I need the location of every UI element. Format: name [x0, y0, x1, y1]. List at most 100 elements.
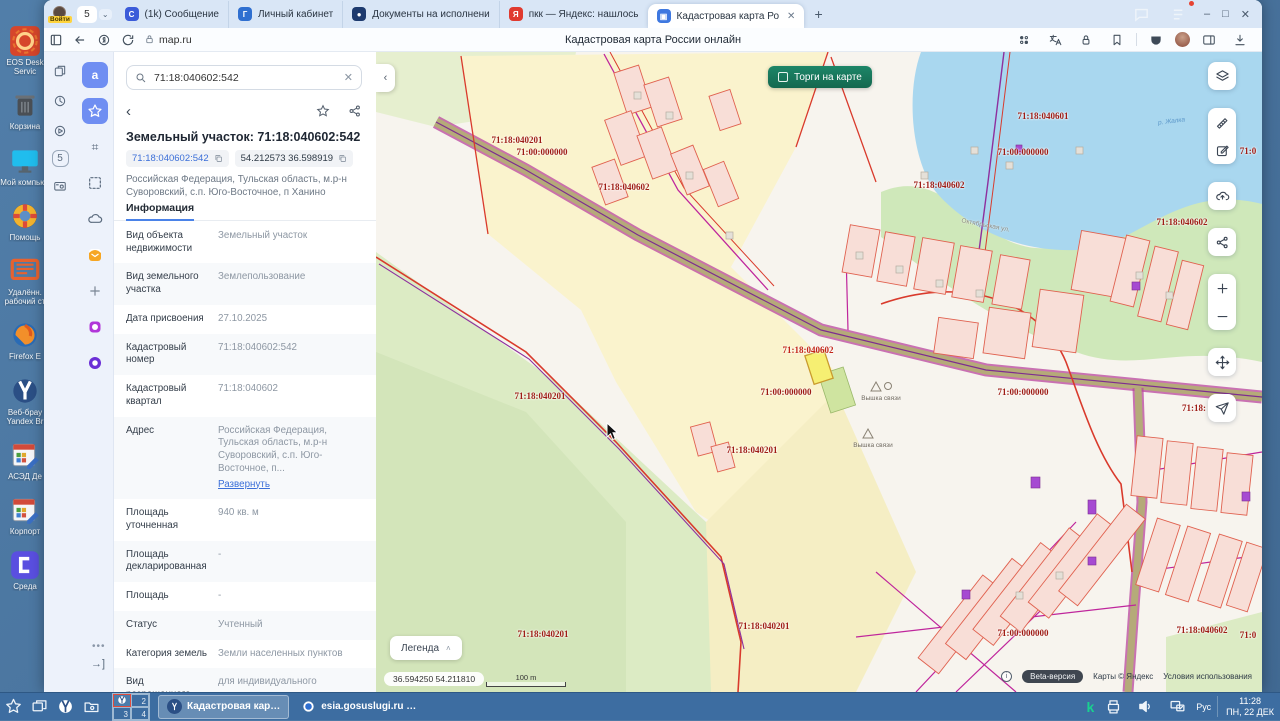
new-tab-button[interactable]: +: [814, 6, 822, 22]
protect-icon[interactable]: [1074, 30, 1098, 50]
sidebar-app-bookmarks-star[interactable]: [82, 98, 108, 124]
tray-printer-icon[interactable]: [1100, 696, 1126, 718]
share-icon[interactable]: [348, 104, 362, 118]
taskbar-task[interactable]: esia.gosuslugi.ru …: [293, 695, 424, 719]
language-indicator[interactable]: Рус: [1196, 702, 1211, 712]
address-bar[interactable]: map.ru: [144, 34, 192, 46]
parcel-label: 71:18:040201: [492, 135, 543, 145]
profile-avatar-icon[interactable]: [1175, 32, 1190, 47]
close-button[interactable]: ✕: [1241, 8, 1250, 21]
desktop-icon-eos[interactable]: EOS Desk Servic: [0, 26, 50, 76]
panels-icon[interactable]: [1197, 30, 1221, 50]
history-icon[interactable]: [49, 90, 71, 112]
video-icon[interactable]: [49, 120, 71, 142]
expand-link[interactable]: Развернуть: [218, 479, 364, 492]
desktop-icon-help[interactable]: Помощь: [0, 201, 50, 242]
clear-search-icon[interactable]: ✕: [344, 71, 353, 84]
desktop-icon-sreda[interactable]: Среда: [0, 550, 50, 591]
maximize-button[interactable]: □: [1222, 8, 1229, 20]
workspace-pager[interactable]: 234: [112, 693, 150, 721]
upload-button[interactable]: [1208, 182, 1236, 210]
desktop-icon-remote[interactable]: Удалённ. рабочий ст: [0, 256, 50, 306]
sidebar-app-dashed-square[interactable]: [82, 170, 108, 196]
sidebar-alice-icon[interactable]: [82, 350, 108, 376]
edit-button[interactable]: [1208, 136, 1236, 164]
notifications-icon[interactable]: [1166, 3, 1192, 25]
taskbar-task[interactable]: Кадастровая кар…: [158, 695, 289, 719]
sidebar-app-alice-a[interactable]: a: [82, 62, 108, 88]
pocket-icon[interactable]: [1144, 30, 1168, 50]
ruler-button[interactable]: [1208, 108, 1236, 136]
back-chevron-icon[interactable]: ‹: [126, 103, 131, 120]
desktop-icon-firefox[interactable]: Firefox E: [0, 320, 50, 361]
clock[interactable]: 11:28 ПН, 22 ДЕК: [1217, 696, 1274, 718]
torgi-checkbox[interactable]: [778, 72, 788, 82]
sidebar-toggle-icon[interactable]: [44, 30, 68, 50]
zoom-out-button[interactable]: [1208, 302, 1236, 330]
taskbar-yandex-y-icon[interactable]: [52, 696, 78, 718]
minimize-button[interactable]: –: [1204, 8, 1210, 20]
sidebar-add-icon[interactable]: [82, 278, 108, 304]
sidebar-app-collections[interactable]: ⌗: [82, 134, 108, 160]
torgi-toggle-button[interactable]: Торги на карте: [768, 66, 872, 88]
cadastral-map[interactable]: 71:18:04020171:00:00000071:18:04060271:1…: [376, 52, 1262, 692]
browser-tab[interactable]: Я пкк — Яндекс: нашлось: [499, 1, 648, 28]
parcel-label: 71:18:040602: [783, 345, 834, 355]
tab-close-icon[interactable]: ✕: [787, 11, 795, 22]
desktop-icon-yandex[interactable]: Веб-брау Yandex Br: [0, 376, 50, 426]
tab-information[interactable]: Информация: [126, 202, 194, 221]
tray-volume-icon[interactable]: [1132, 696, 1158, 718]
favorite-star-icon[interactable]: [316, 104, 330, 118]
legend-button[interactable]: Легенда ˄: [390, 636, 462, 660]
screenshot-icon[interactable]: [49, 175, 71, 197]
zoom-in-button[interactable]: [1208, 274, 1236, 302]
info-icon[interactable]: i: [1001, 671, 1012, 682]
desktop-icon-trash[interactable]: Корзина: [0, 90, 50, 131]
workspace-cell[interactable]: [113, 694, 131, 707]
map-canvas[interactable]: [376, 52, 1262, 692]
sidebar-app-cloud[interactable]: [82, 206, 108, 232]
taskbar-menu-star-icon[interactable]: [0, 696, 26, 718]
browser-tab[interactable]: Г Личный кабинет: [228, 1, 342, 28]
download-icon[interactable]: [1228, 30, 1252, 50]
sidebar-mail-icon[interactable]: [82, 242, 108, 268]
translate-icon[interactable]: [1043, 30, 1067, 50]
desktop-icon-monitor[interactable]: Мой компьют: [0, 146, 50, 187]
tray-displays-icon[interactable]: [1164, 696, 1190, 718]
terms-link[interactable]: Условия использования: [1163, 672, 1252, 681]
sidebar-messenger-icon[interactable]: [82, 314, 108, 340]
workspace-cell[interactable]: 3: [113, 707, 131, 720]
search-input[interactable]: 71:18:040602:542 ✕: [126, 65, 362, 90]
dialogs-icon[interactable]: [1128, 3, 1154, 25]
reload-button[interactable]: [116, 30, 140, 50]
browser-tab[interactable]: C (1k) Сообщение: [116, 1, 228, 28]
object-id-chip[interactable]: 54.212573 36.598919: [235, 150, 353, 167]
browser-tab[interactable]: ● Документы на исполнени: [342, 1, 499, 28]
locate-button[interactable]: [1208, 394, 1236, 422]
desktop-icon-calendar[interactable]: Корпорт: [0, 495, 50, 536]
tabs-icon[interactable]: [49, 60, 71, 82]
tab-counter[interactable]: 5: [77, 6, 97, 23]
extensions-icon[interactable]: [1012, 30, 1036, 50]
taskbar-windows-icon[interactable]: [26, 696, 52, 718]
browser-profile-button[interactable]: Войти: [48, 6, 72, 23]
panel-collapse-button[interactable]: ‹: [376, 64, 395, 92]
desktop-icon-calendar[interactable]: АСЭД Де: [0, 440, 50, 481]
tab-list-chevron-icon[interactable]: ⌄: [99, 9, 112, 20]
layers-button[interactable]: [1208, 62, 1236, 90]
taskbar-folder-eye-icon[interactable]: [78, 696, 104, 718]
bookmark-icon[interactable]: [1105, 30, 1129, 50]
workspace-cell[interactable]: 4: [131, 707, 149, 720]
tab-count-icon[interactable]: 5: [52, 150, 69, 167]
object-id-chip[interactable]: 71:18:040602:542: [126, 150, 229, 167]
yandex-button[interactable]: [92, 30, 116, 50]
sidebar-collapse-icon[interactable]: →]: [91, 658, 105, 670]
share-button[interactable]: [1208, 228, 1236, 256]
desktop-icon-label: Мой компьют: [0, 178, 50, 187]
back-button[interactable]: [68, 30, 92, 50]
browser-tab[interactable]: ▣ Кадастровая карта Ро ✕: [648, 4, 805, 28]
workspace-cell[interactable]: 2: [131, 694, 149, 707]
sidebar-more-icon[interactable]: •••: [92, 641, 106, 652]
kaspersky-icon[interactable]: k: [1086, 699, 1094, 715]
pan-button[interactable]: [1208, 348, 1236, 376]
